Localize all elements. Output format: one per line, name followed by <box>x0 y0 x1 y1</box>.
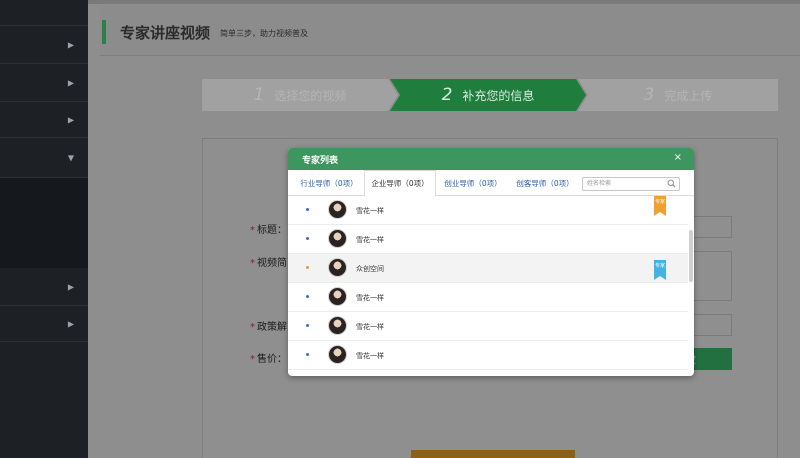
bullet-icon <box>306 353 309 356</box>
bullet-icon <box>306 266 309 269</box>
list-scrollbar[interactable] <box>689 230 693 282</box>
close-icon[interactable]: × <box>674 152 682 163</box>
step-label: 完成上传 <box>664 88 713 103</box>
price-label: * 售价： <box>250 354 287 365</box>
tab-enterprise-mentor[interactable]: 企业导师（0项） <box>364 170 436 197</box>
step-number: 1 <box>253 85 265 105</box>
avatar <box>328 229 347 248</box>
expert-list: 雪花一样 专家 雪花一样 众创空间 专家 雪花一样 雪花一样 雪花一样 <box>288 196 694 376</box>
intro-textarea[interactable] <box>692 251 732 301</box>
tab-industry-mentor[interactable]: 行业导师（0项） <box>294 170 364 196</box>
list-item[interactable]: 雪花一样 专家 <box>288 196 688 225</box>
expert-name: 雪花一样 <box>356 207 384 215</box>
avatar <box>328 316 347 335</box>
sidebar-item[interactable]: ▼ <box>0 138 88 178</box>
tab-maker-mentor[interactable]: 创客导师（0项） <box>510 170 580 196</box>
avatar <box>328 258 347 277</box>
step-number: 2 <box>441 85 453 105</box>
sidebar-item[interactable]: ▶ <box>0 268 88 306</box>
chevron-right-icon: ▶ <box>67 282 74 291</box>
list-item[interactable]: 雪花一样 <box>288 312 688 341</box>
step-number: 3 <box>643 85 655 105</box>
sidebar: ▶ ▶ ▶ ▼ ▶ ▶ <box>0 0 88 458</box>
expert-name: 雪花一样 <box>356 236 384 244</box>
policy-label: * 政策解 <box>250 322 287 333</box>
policy-input[interactable] <box>692 314 732 336</box>
list-item[interactable]: 雪花一样 <box>288 283 688 312</box>
intro-label: * 视频简 <box>250 258 287 269</box>
search-input[interactable]: 姓名检索 <box>582 177 680 191</box>
modal-title: 专家列表 <box>302 156 339 166</box>
avatar <box>328 200 347 219</box>
expert-name: 雪花一样 <box>356 323 384 331</box>
chevron-right-icon: ▶ <box>67 40 74 49</box>
bullet-icon <box>306 324 309 327</box>
page-title: 专家讲座视频 <box>120 24 211 42</box>
list-item[interactable]: 雪花一样 <box>288 225 688 254</box>
expert-list-modal: 专家列表 × 行业导师（0项） 企业导师（0项） 创业导师（0项） 创客导师（0… <box>288 148 694 376</box>
page-header: 专家讲座视频 简单三步，助力视频普及 <box>100 6 800 56</box>
chevron-right-icon: ▶ <box>67 319 74 328</box>
sidebar-item[interactable]: ▶ <box>0 64 88 102</box>
list-item[interactable]: 众创空间 专家 <box>288 254 688 283</box>
sidebar-item[interactable]: ▶ <box>0 26 88 64</box>
expert-badge: 专家 <box>654 196 666 216</box>
step-select-video: 1 选择您的视频 <box>202 79 398 111</box>
tab-startup-mentor[interactable]: 创业导师（0项） <box>438 170 508 196</box>
page-subtitle: 简单三步，助力视频普及 <box>220 29 308 38</box>
title-label: * 标题： <box>250 225 287 236</box>
bullet-icon <box>306 295 309 298</box>
step-label: 补充您的信息 <box>462 88 535 103</box>
search-icon[interactable] <box>667 179 676 188</box>
avatar <box>328 345 347 364</box>
step-progress: 1 选择您的视频 2 补充您的信息 3 完成上传 <box>202 79 778 111</box>
expert-badge: 专家 <box>654 260 666 280</box>
expert-name: 众创空间 <box>356 265 384 273</box>
list-item[interactable]: 雪花一样 <box>288 341 688 370</box>
step-fill-info: 2 补充您的信息 <box>390 79 586 111</box>
sidebar-item[interactable]: ▶ <box>0 306 88 342</box>
expert-name: 雪花一样 <box>356 294 384 302</box>
sidebar-submenu <box>0 178 88 268</box>
chevron-right-icon: ▶ <box>67 78 74 87</box>
expert-name: 雪花一样 <box>356 352 384 360</box>
avatar <box>328 287 347 306</box>
bullet-icon <box>306 237 309 240</box>
submit-button[interactable] <box>411 450 575 458</box>
sidebar-item[interactable] <box>0 0 88 26</box>
header-accent-bar <box>102 20 106 44</box>
title-input[interactable] <box>692 216 732 238</box>
top-bar <box>88 0 800 4</box>
chevron-right-icon: ▶ <box>67 115 74 124</box>
bullet-icon <box>306 208 309 211</box>
chevron-down-icon: ▼ <box>67 153 74 162</box>
step-complete-upload: 3 完成上传 <box>578 79 778 111</box>
sidebar-item[interactable]: ▶ <box>0 102 88 138</box>
modal-header: 专家列表 × <box>288 148 694 170</box>
search-placeholder: 姓名检索 <box>587 180 612 187</box>
step-label: 选择您的视频 <box>274 88 347 103</box>
